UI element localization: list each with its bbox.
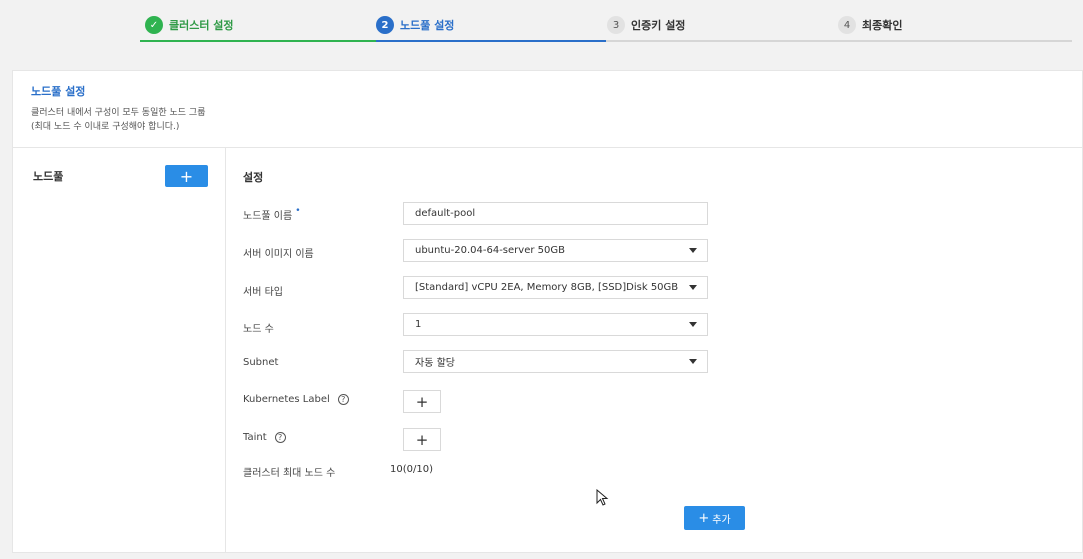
stepper-progress-active [376, 40, 606, 42]
add-kubernetes-label-button[interactable]: + [403, 390, 441, 413]
kubernetes-label-text: Kubernetes Label [243, 394, 330, 405]
nodepool-list: 노드풀 + [13, 148, 226, 552]
max-nodes-value: 10(0/10) [390, 464, 433, 475]
step-number: 2 [376, 16, 394, 34]
step-label: 최종확인 [862, 19, 903, 32]
subnet-label: Subnet [243, 357, 279, 368]
caret-down-icon [689, 248, 697, 253]
settings-title: 설정 [243, 171, 264, 184]
panel-header: 노드풀 설정 클러스터 내에서 구성이 모두 동일한 노드 그룹 (최대 노드 … [13, 71, 1082, 148]
nodepool-panel: 노드풀 설정 클러스터 내에서 구성이 모두 동일한 노드 그룹 (최대 노드 … [12, 70, 1083, 553]
check-icon: ✓ [145, 16, 163, 34]
nodepool-name-input[interactable]: default-pool [403, 202, 708, 225]
settings-form: 설정 노드풀 이름 • default-pool 서버 이미지 이름 ubunt… [227, 148, 1082, 552]
step-number: 4 [838, 16, 856, 34]
panel-description-line: 클러스터 내에서 구성이 모두 동일한 노드 그룹 [31, 108, 206, 118]
max-nodes-label: 클러스터 최대 노드 수 [243, 468, 336, 479]
add-button-label: 추가 [712, 514, 731, 526]
step-nodepool-settings[interactable]: 2 노드풀 설정 [376, 16, 454, 34]
step-label: 노드풀 설정 [400, 19, 455, 32]
step-number: 3 [607, 16, 625, 34]
nodepool-name-label: 노드풀 이름 • [243, 205, 301, 223]
caret-down-icon [689, 359, 697, 364]
server-image-label: 서버 이미지 이름 [243, 249, 314, 260]
taint-label: Taint ? [243, 432, 286, 443]
step-auth-key-settings[interactable]: 3 인증키 설정 [607, 16, 685, 34]
server-type-value: [Standard] vCPU 2EA, Memory 8GB, [SSD]Di… [415, 282, 679, 293]
panel-description: 클러스터 내에서 구성이 모두 동일한 노드 그룹 (최대 노드 수 이내로 구… [31, 106, 1082, 134]
add-button[interactable]: + 추가 [684, 506, 745, 530]
node-count-value: 1 [415, 319, 422, 330]
subnet-select[interactable]: 자동 할당 [403, 350, 708, 373]
add-taint-button[interactable]: + [403, 428, 441, 451]
help-icon[interactable]: ? [274, 432, 286, 443]
plus-icon: + [698, 510, 710, 526]
server-image-value: ubuntu-20.04-64-server 50GB [415, 245, 565, 256]
plus-icon: + [415, 430, 429, 449]
node-count-label: 노드 수 [243, 324, 274, 335]
server-type-select[interactable]: [Standard] vCPU 2EA, Memory 8GB, [SSD]Di… [403, 276, 708, 299]
stepper: ✓ 클러스터 설정 2 노드풀 설정 3 인증키 설정 4 최종확인 [0, 0, 1083, 46]
nodepool-name-value: default-pool [415, 208, 476, 219]
server-image-select[interactable]: ubuntu-20.04-64-server 50GB [403, 239, 708, 262]
add-nodepool-button[interactable]: + [165, 165, 208, 187]
mouse-cursor-icon [596, 489, 609, 506]
taint-label-text: Taint [243, 432, 267, 443]
page-title: 노드풀 설정 [31, 85, 86, 98]
plus-icon: + [179, 166, 194, 186]
node-count-select[interactable]: 1 [403, 313, 708, 336]
caret-down-icon [689, 322, 697, 327]
stepper-progress-done [140, 40, 376, 42]
server-type-label: 서버 타입 [243, 287, 283, 298]
step-label: 클러스터 설정 [169, 19, 234, 32]
plus-icon: + [415, 392, 429, 411]
panel-description-line: (최대 노드 수 이내로 구성해야 합니다.) [31, 122, 180, 132]
step-cluster-settings[interactable]: ✓ 클러스터 설정 [145, 16, 234, 34]
kubernetes-label-label: Kubernetes Label ? [243, 394, 349, 405]
step-final-confirm[interactable]: 4 최종확인 [838, 16, 902, 34]
help-icon[interactable]: ? [337, 394, 349, 405]
step-label: 인증키 설정 [631, 19, 686, 32]
caret-down-icon [689, 285, 697, 290]
nodepool-name-label-text: 노드풀 이름 [243, 211, 293, 222]
required-icon: • [295, 205, 301, 216]
subnet-value: 자동 할당 [415, 358, 455, 369]
nodepool-list-label: 노드풀 [33, 170, 64, 183]
